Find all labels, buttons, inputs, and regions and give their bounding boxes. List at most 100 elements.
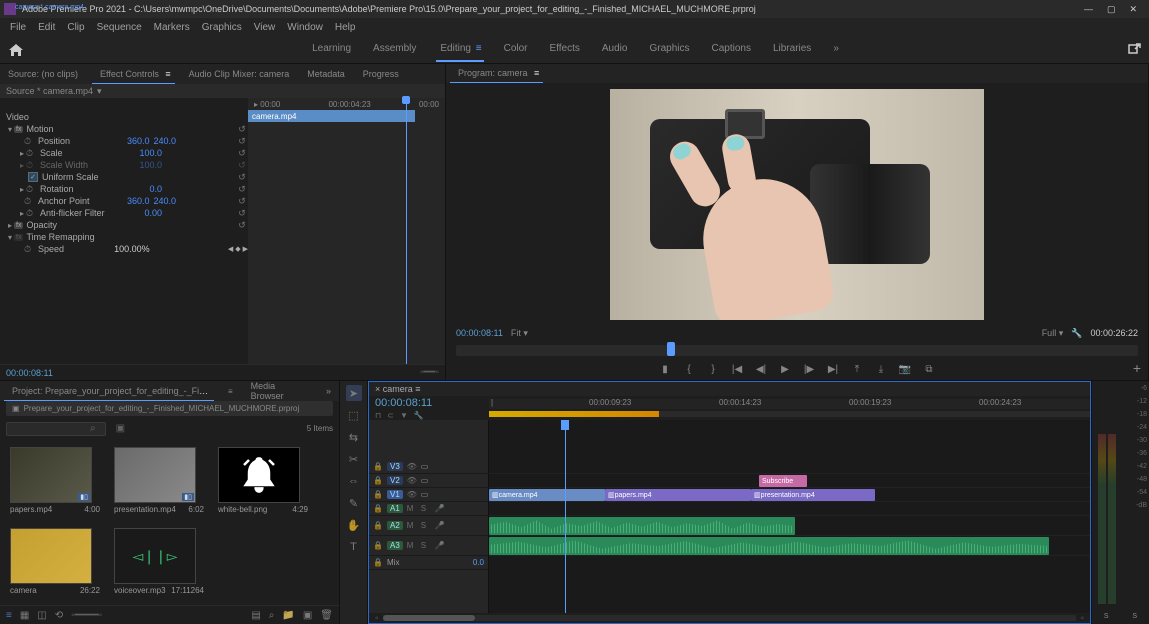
program-scrubber[interactable]: [456, 345, 1138, 356]
workspace-effects[interactable]: Effects: [548, 37, 582, 62]
channel-solo-left[interactable]: S: [1104, 613, 1109, 620]
motion-reset-icon[interactable]: ↺: [236, 124, 248, 135]
timeline-scroll-thumb[interactable]: [383, 615, 475, 621]
opacity-reset-icon[interactable]: ↺: [236, 220, 248, 231]
workspace-audio[interactable]: Audio: [600, 37, 630, 62]
menu-clip[interactable]: Clip: [61, 22, 90, 33]
opacity-toggle[interactable]: [6, 220, 14, 230]
list-view-icon[interactable]: ≡: [6, 610, 12, 621]
automate-icon[interactable]: ▤: [251, 610, 260, 621]
project-item-camera[interactable]: camera26:22: [10, 528, 100, 595]
scale-width-reset-icon[interactable]: ↺: [236, 160, 248, 171]
extract-icon[interactable]: ⤓: [874, 363, 888, 377]
program-quality-dropdown[interactable]: Full ▾: [1042, 328, 1064, 339]
add-button-icon[interactable]: +: [1133, 360, 1141, 376]
a2-rec-icon[interactable]: 🎤: [435, 521, 445, 530]
go-to-in-icon[interactable]: |◀: [730, 363, 744, 377]
filter-icon[interactable]: ▣: [116, 423, 125, 434]
sequence-tab[interactable]: × camera ≡: [375, 384, 421, 394]
close-icon[interactable]: ✕: [1129, 4, 1137, 15]
project-overflow-icon[interactable]: »: [322, 382, 335, 400]
menu-graphics[interactable]: Graphics: [196, 22, 248, 33]
razor-tool-icon[interactable]: ✂: [346, 451, 362, 467]
export-frame-icon[interactable]: 📷: [898, 363, 912, 377]
sort-icon[interactable]: ⟲: [55, 610, 63, 621]
workspace-overflow-icon[interactable]: »: [831, 37, 841, 62]
program-scrub-handle[interactable]: [667, 342, 675, 356]
channel-solo-right[interactable]: S: [1132, 613, 1137, 620]
position-reset-icon[interactable]: ↺: [236, 136, 248, 147]
timeline-timecode[interactable]: 00:00:08:11: [375, 397, 483, 409]
a3-rec-icon[interactable]: 🎤: [435, 541, 445, 550]
clip-presentation[interactable]: ▥ presentation.mp4: [751, 489, 875, 501]
export-icon[interactable]: [1127, 43, 1141, 57]
menu-help[interactable]: Help: [329, 22, 362, 33]
rotation-stopwatch-icon[interactable]: ⏱: [26, 184, 36, 195]
workspace-learning[interactable]: Learning: [310, 37, 353, 62]
v1-eye-icon[interactable]: 👁: [407, 490, 417, 499]
program-monitor[interactable]: [610, 89, 984, 320]
tab-project[interactable]: Project: Prepare_your_project_for_editin…: [4, 382, 214, 401]
workspace-libraries[interactable]: Libraries: [771, 37, 813, 62]
a1-lock-icon[interactable]: 🔒: [373, 504, 383, 513]
position-y[interactable]: 240.0: [153, 136, 176, 146]
menu-file[interactable]: File: [4, 22, 32, 33]
anchor-x[interactable]: 360.0: [127, 196, 150, 206]
project-item-bell[interactable]: white-bell.png4:29: [218, 447, 308, 514]
speed-value[interactable]: 100.00%: [114, 244, 150, 254]
timeline-scrollbar[interactable]: [383, 615, 1077, 621]
add-marker-icon[interactable]: ▮: [658, 363, 672, 377]
project-item-papers[interactable]: ▮▯ papers.mp44:00: [10, 447, 100, 514]
time-remap-toggle[interactable]: [6, 232, 14, 242]
antiflicker-value[interactable]: 0.00: [144, 208, 162, 218]
settings-icon[interactable]: 🔧: [414, 411, 424, 420]
speed-stopwatch-icon[interactable]: ⏱: [24, 244, 34, 255]
maximize-icon[interactable]: ▢: [1107, 4, 1116, 15]
position-stopwatch-icon[interactable]: ⏱: [24, 136, 34, 147]
v3-eye-icon[interactable]: 👁: [407, 462, 417, 471]
freeform-view-icon[interactable]: ◫: [37, 610, 46, 621]
a3-lock-icon[interactable]: 🔒: [373, 541, 383, 550]
clip-papers[interactable]: ▥ papers.mp4: [605, 489, 751, 501]
effect-playhead[interactable]: [406, 98, 407, 364]
program-time-left[interactable]: 00:00:08:11: [456, 328, 503, 338]
clip-camera[interactable]: ▥ camera.mp4: [489, 489, 605, 501]
clip-audio-a3[interactable]: [489, 537, 1049, 555]
menu-markers[interactable]: Markers: [148, 22, 196, 33]
menu-view[interactable]: View: [248, 22, 282, 33]
workspace-editing[interactable]: Editing ≡: [436, 37, 483, 62]
type-tool-icon[interactable]: T: [346, 539, 362, 555]
fx-badge-icon[interactable]: fx: [14, 126, 23, 133]
uniform-reset-icon[interactable]: ↺: [236, 172, 248, 183]
a3-solo-icon[interactable]: S: [421, 541, 431, 550]
ripple-edit-tool-icon[interactable]: ⇆: [346, 429, 362, 445]
hand-tool-icon[interactable]: ✋: [346, 517, 362, 533]
a1-solo-icon[interactable]: S: [421, 504, 431, 513]
track-v2[interactable]: V2: [387, 476, 403, 485]
antiflicker-toggle[interactable]: [18, 208, 26, 218]
find-icon[interactable]: ⌕: [269, 610, 275, 621]
timeline-scroll-left-icon[interactable]: ◦: [375, 613, 379, 624]
track-a3[interactable]: A3: [387, 541, 403, 550]
marker-icon[interactable]: ▼: [400, 411, 408, 420]
project-item-presentation[interactable]: ▮▯ presentation.mp46:02: [114, 447, 204, 514]
go-to-out-icon[interactable]: ▶|: [826, 363, 840, 377]
v3-lock-icon[interactable]: 🔒: [373, 462, 383, 471]
slip-tool-icon[interactable]: ⇔: [346, 473, 362, 489]
tab-audio-mixer[interactable]: Audio Clip Mixer: camera: [185, 65, 294, 83]
delete-icon[interactable]: 🗑: [320, 610, 333, 621]
scale-width-stopwatch-icon[interactable]: ⏱: [26, 160, 36, 171]
pen-tool-icon[interactable]: ✎: [346, 495, 362, 511]
track-v3[interactable]: V3: [387, 462, 403, 471]
a1-mute-icon[interactable]: M: [407, 504, 417, 513]
v3-sync-icon[interactable]: ▭: [421, 462, 429, 471]
work-area-bar[interactable]: [489, 411, 659, 417]
tab-metadata[interactable]: Metadata: [303, 65, 349, 83]
tab-progress[interactable]: Progress: [359, 65, 403, 83]
comparison-icon[interactable]: ⧉: [922, 363, 936, 377]
project-item-voiceover[interactable]: ◅❘❘▻ voiceover.mp317:11264: [114, 528, 204, 595]
project-breadcrumb[interactable]: Prepare_your_project_for_editing_-_Finis…: [24, 404, 300, 413]
workspace-assembly[interactable]: Assembly: [371, 37, 418, 62]
v1-lock-icon[interactable]: 🔒: [373, 490, 383, 499]
icon-view-icon[interactable]: ▦: [20, 610, 29, 621]
